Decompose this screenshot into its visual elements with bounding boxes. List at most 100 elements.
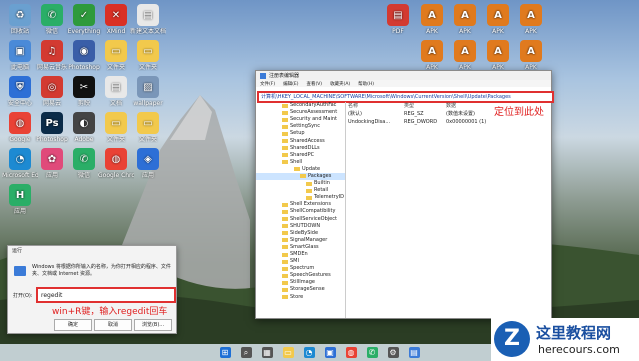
desktop-icon[interactable]: ▤ PDF <box>380 4 416 35</box>
tree-node[interactable]: Spectrum <box>256 265 345 272</box>
tree-node[interactable]: SpeechGestures <box>256 272 345 279</box>
tree-node[interactable]: SettingSync <box>256 123 345 130</box>
tree-node[interactable]: TelemetryID <box>256 194 345 201</box>
taskbar-app-icon[interactable]: ▣ <box>324 347 336 358</box>
desktop-icon[interactable]: H 应用 <box>2 184 38 215</box>
desktop-icon[interactable]: ◉ Photoshop <box>66 40 102 71</box>
tree-node[interactable]: SharedDLLs <box>256 145 345 152</box>
tree-node-label: SMDEn <box>290 251 308 258</box>
desktop-icon[interactable]: ◎ 网易云 <box>34 76 70 107</box>
desktop-icon[interactable]: ▤ 文档 <box>98 76 134 107</box>
desktop-icon[interactable]: AAPK <box>513 4 549 35</box>
desktop-icon[interactable]: AAPK <box>447 40 483 71</box>
desktop-icon[interactable]: AAPK <box>513 40 549 71</box>
desktop-icon[interactable]: AAPK <box>447 4 483 35</box>
browse-button[interactable]: 浏览(B)... <box>134 319 172 331</box>
desktop-icon[interactable]: ♻ 回收站 <box>2 4 38 35</box>
tree-node-label: Packages <box>308 172 332 179</box>
desktop-icon[interactable]: ♫ 网易云音乐 <box>34 40 70 71</box>
tree-node[interactable]: Store <box>256 294 345 301</box>
tree-node[interactable]: SMI <box>256 258 345 265</box>
desktop-icon-label: APK <box>492 28 504 35</box>
tree-node-label: TelemetryID <box>314 194 344 201</box>
folder-icon <box>282 131 288 136</box>
tree-node[interactable]: SharedPC <box>256 152 345 159</box>
desktop-icon[interactable]: ◔ Microsoft Edge <box>2 148 38 179</box>
tree-node[interactable]: StillImage <box>256 279 345 286</box>
app-icon: ◔ <box>9 148 31 170</box>
cancel-button[interactable]: 取消 <box>94 319 132 331</box>
run-command-input[interactable]: regedit <box>36 287 176 303</box>
tree-node[interactable]: Retail <box>256 187 345 194</box>
desktop-icon[interactable]: AAPK <box>414 4 450 35</box>
desktop-icon[interactable]: ▭ 文件夹 <box>98 112 134 143</box>
desktop-icon[interactable]: ▭ 文件夹 <box>130 112 166 143</box>
taskbar-app-icon[interactable]: ⌕ <box>240 347 252 358</box>
value-row[interactable]: UndockingDisa... REG_DWORD 0x00000001 (1… <box>348 118 548 126</box>
desktop-icon[interactable]: AAPK <box>480 4 516 35</box>
tree-node[interactable]: Builtin <box>256 180 345 187</box>
desktop-icon[interactable]: AAPK <box>480 40 516 71</box>
ok-button[interactable]: 确定 <box>54 319 92 331</box>
desktop-icon[interactable]: Ps Photoshop <box>34 112 70 143</box>
tree-node[interactable]: SHUTDOWN <box>256 223 345 230</box>
run-dialog[interactable]: 运行 Windows 将根据你所输入的名称，为你打开相应的程序、文件夹、文档或 … <box>7 245 177 334</box>
column-name[interactable]: 名称 <box>348 102 404 110</box>
taskbar-app-icon[interactable]: ✆ <box>366 347 378 358</box>
registry-title-bar[interactable]: 注册表编辑器 <box>256 71 551 80</box>
desktop-icon[interactable]: ▨ wallpaper <box>130 76 166 107</box>
tree-node[interactable]: Update <box>256 166 345 173</box>
column-type[interactable]: 类型 <box>404 102 446 110</box>
taskbar-app-icon[interactable]: ▤ <box>408 347 420 358</box>
tree-node[interactable]: SideBySide <box>256 230 345 237</box>
tree-node-label: Security and Maint <box>290 116 338 123</box>
taskbar-app-icon[interactable]: ⊞ <box>219 347 231 358</box>
tree-node[interactable]: ShellCompatibility <box>256 208 345 215</box>
tree-node[interactable]: SMDEn <box>256 251 345 258</box>
desktop-icon[interactable]: ⛨ 安全中心 <box>2 76 38 107</box>
registry-tree[interactable]: SecondaryAuthFac SecureAssessment Security… <box>256 102 346 318</box>
menu-view[interactable]: 查看(V) <box>306 81 322 87</box>
tree-node[interactable]: Shell <box>256 159 345 166</box>
taskbar-app-icon[interactable]: ◍ <box>345 347 357 358</box>
desktop-icon[interactable]: ✿ 应用 <box>34 148 70 179</box>
desktop-icon[interactable]: ◈ 应用 <box>130 148 166 179</box>
desktop-icon[interactable]: ◍ Google <box>2 112 38 143</box>
desktop-icon[interactable]: ▣ 此电脑 <box>2 40 38 71</box>
taskbar-app-icon[interactable]: ◔ <box>303 347 315 358</box>
tree-node[interactable]: Packages <box>256 172 345 181</box>
taskbar-app-icon[interactable]: ▭ <box>282 347 294 358</box>
desktop-icon[interactable]: ✕ XMind <box>98 4 134 35</box>
desktop-icon-label: 网易云音乐 <box>36 64 67 71</box>
folder-icon <box>282 295 288 300</box>
desktop-icon[interactable]: ✆ 微信 <box>34 4 70 35</box>
tree-node[interactable]: StorageSense <box>256 286 345 293</box>
tree-node[interactable]: SecondaryAuthFac <box>256 102 345 109</box>
desktop-icon[interactable]: ✂ 剪映 <box>66 76 102 107</box>
desktop-icon[interactable]: ✆ 微信 <box>66 148 102 179</box>
desktop-icon[interactable]: ▭ 文件夹 <box>98 40 134 71</box>
registry-values-list[interactable]: 名称 类型 数据 (默认) REG_SZ (数值未设置) UndockingDi… <box>348 102 548 318</box>
tree-node[interactable]: Shell Extensions <box>256 201 345 208</box>
desktop-icon[interactable]: ◐ Adobe <box>66 112 102 143</box>
desktop-icon[interactable]: ◍ Google Chrome <box>98 148 134 179</box>
menu-favorites[interactable]: 收藏夹(A) <box>330 81 350 87</box>
tree-node[interactable]: SharedAccess <box>256 137 345 144</box>
menu-file[interactable]: 文件(F) <box>260 81 275 87</box>
tree-node[interactable]: SecureAssessment <box>256 109 345 116</box>
tree-node[interactable]: Setup <box>256 130 345 137</box>
menu-help[interactable]: 帮助(H) <box>358 81 374 87</box>
desktop-icon[interactable]: ▭ 文件夹 <box>130 40 166 71</box>
tree-node[interactable]: Security and Maint <box>256 116 345 123</box>
desktop-icon[interactable]: ✓ Everything <box>66 4 102 35</box>
app-icon: A <box>421 4 443 26</box>
desktop-icon[interactable]: ▤ 新建文本文档 <box>130 4 166 35</box>
tree-node[interactable]: SignalManager <box>256 237 345 244</box>
tree-node[interactable]: SmartGlass <box>256 244 345 251</box>
taskbar-app-icon[interactable]: ⚙ <box>387 347 399 358</box>
menu-edit[interactable]: 编辑(E) <box>283 81 298 87</box>
taskbar-app-icon[interactable]: ▦ <box>261 347 273 358</box>
run-title-bar[interactable]: 运行 <box>8 246 176 255</box>
tree-node[interactable]: ShellServiceObject <box>256 216 345 223</box>
desktop-icon[interactable]: AAPK <box>414 40 450 71</box>
